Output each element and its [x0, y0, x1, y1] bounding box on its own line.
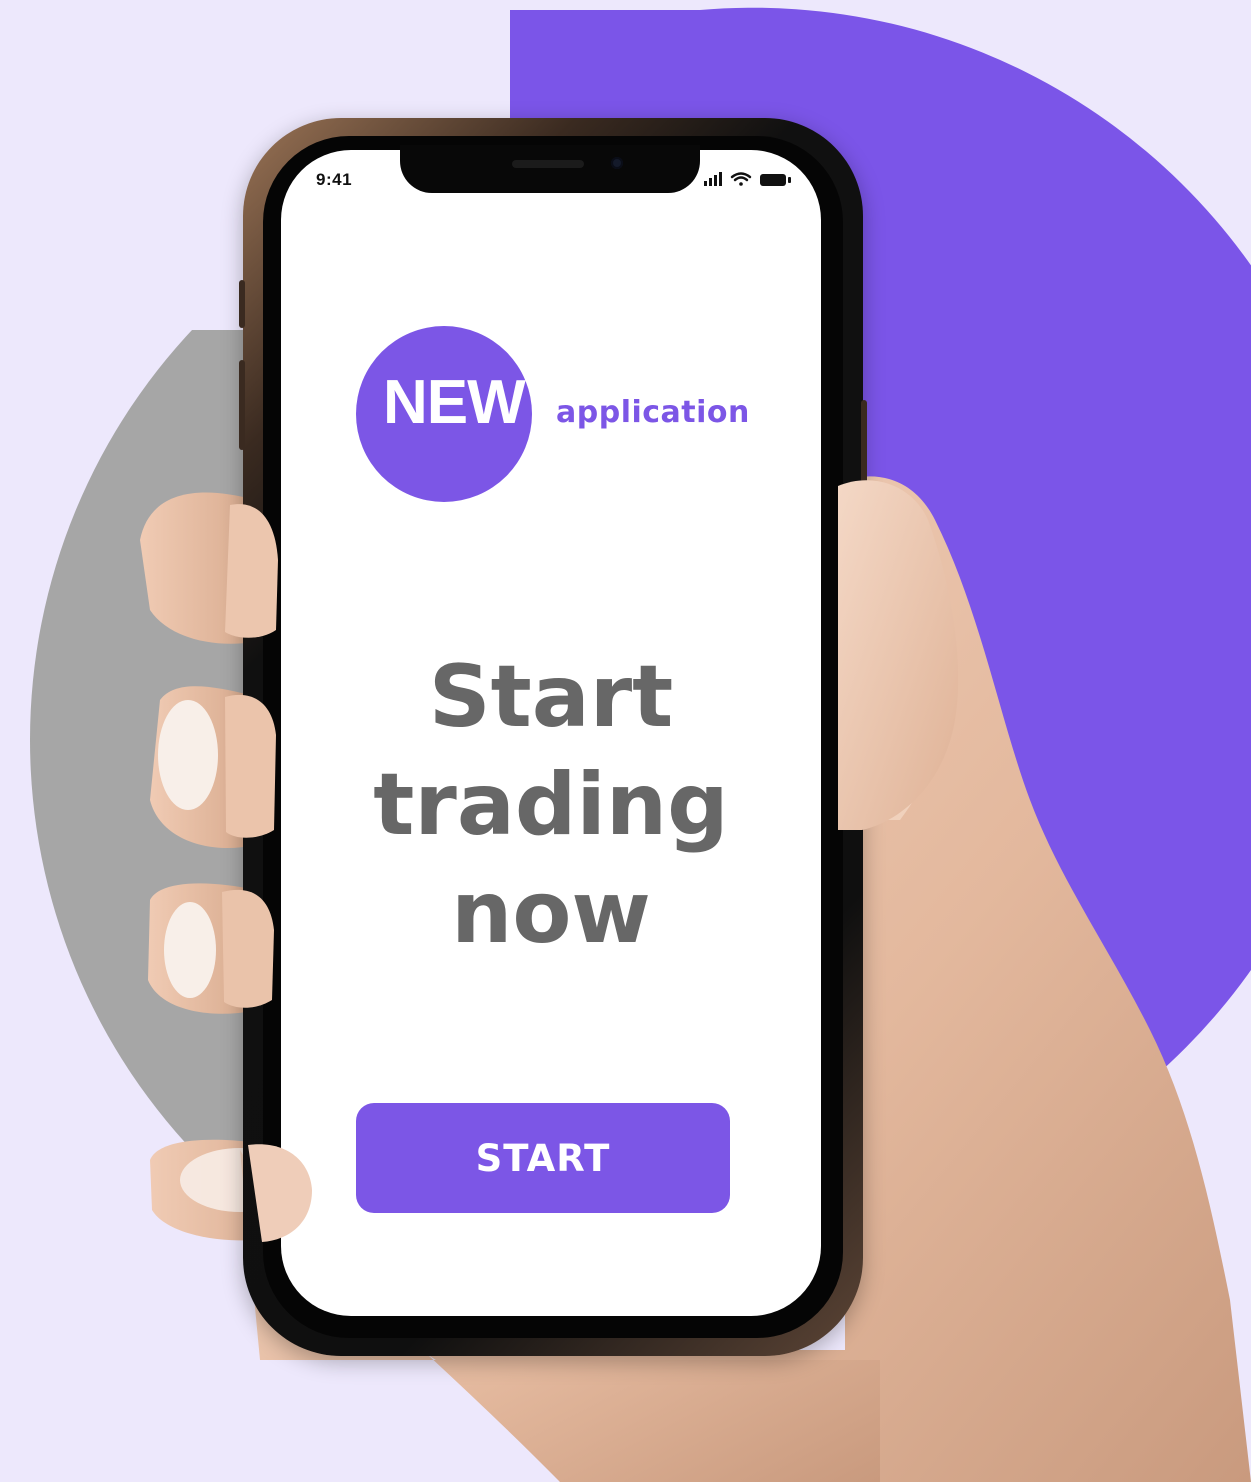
phone-notch — [400, 145, 700, 193]
battery-icon — [760, 174, 791, 186]
speaker-icon — [512, 160, 584, 168]
volume-button — [239, 280, 245, 328]
status-time: 9:41 — [316, 170, 353, 189]
volume-up-button — [239, 360, 245, 450]
start-button-label: START — [475, 1136, 611, 1180]
logo-application-text: application — [556, 395, 750, 430]
wifi-icon — [730, 172, 752, 186]
power-button — [861, 400, 867, 530]
logo-new-text: NEW — [383, 368, 526, 437]
headline-line-3: now — [451, 863, 651, 963]
status-icons — [704, 172, 791, 186]
front-camera-icon — [611, 157, 623, 169]
headline-line-1: Start — [428, 647, 674, 747]
headline-line-2: trading — [373, 755, 729, 855]
start-button[interactable]: START — [356, 1103, 730, 1213]
headline: Start trading now — [311, 643, 791, 967]
signal-icon — [704, 172, 722, 186]
